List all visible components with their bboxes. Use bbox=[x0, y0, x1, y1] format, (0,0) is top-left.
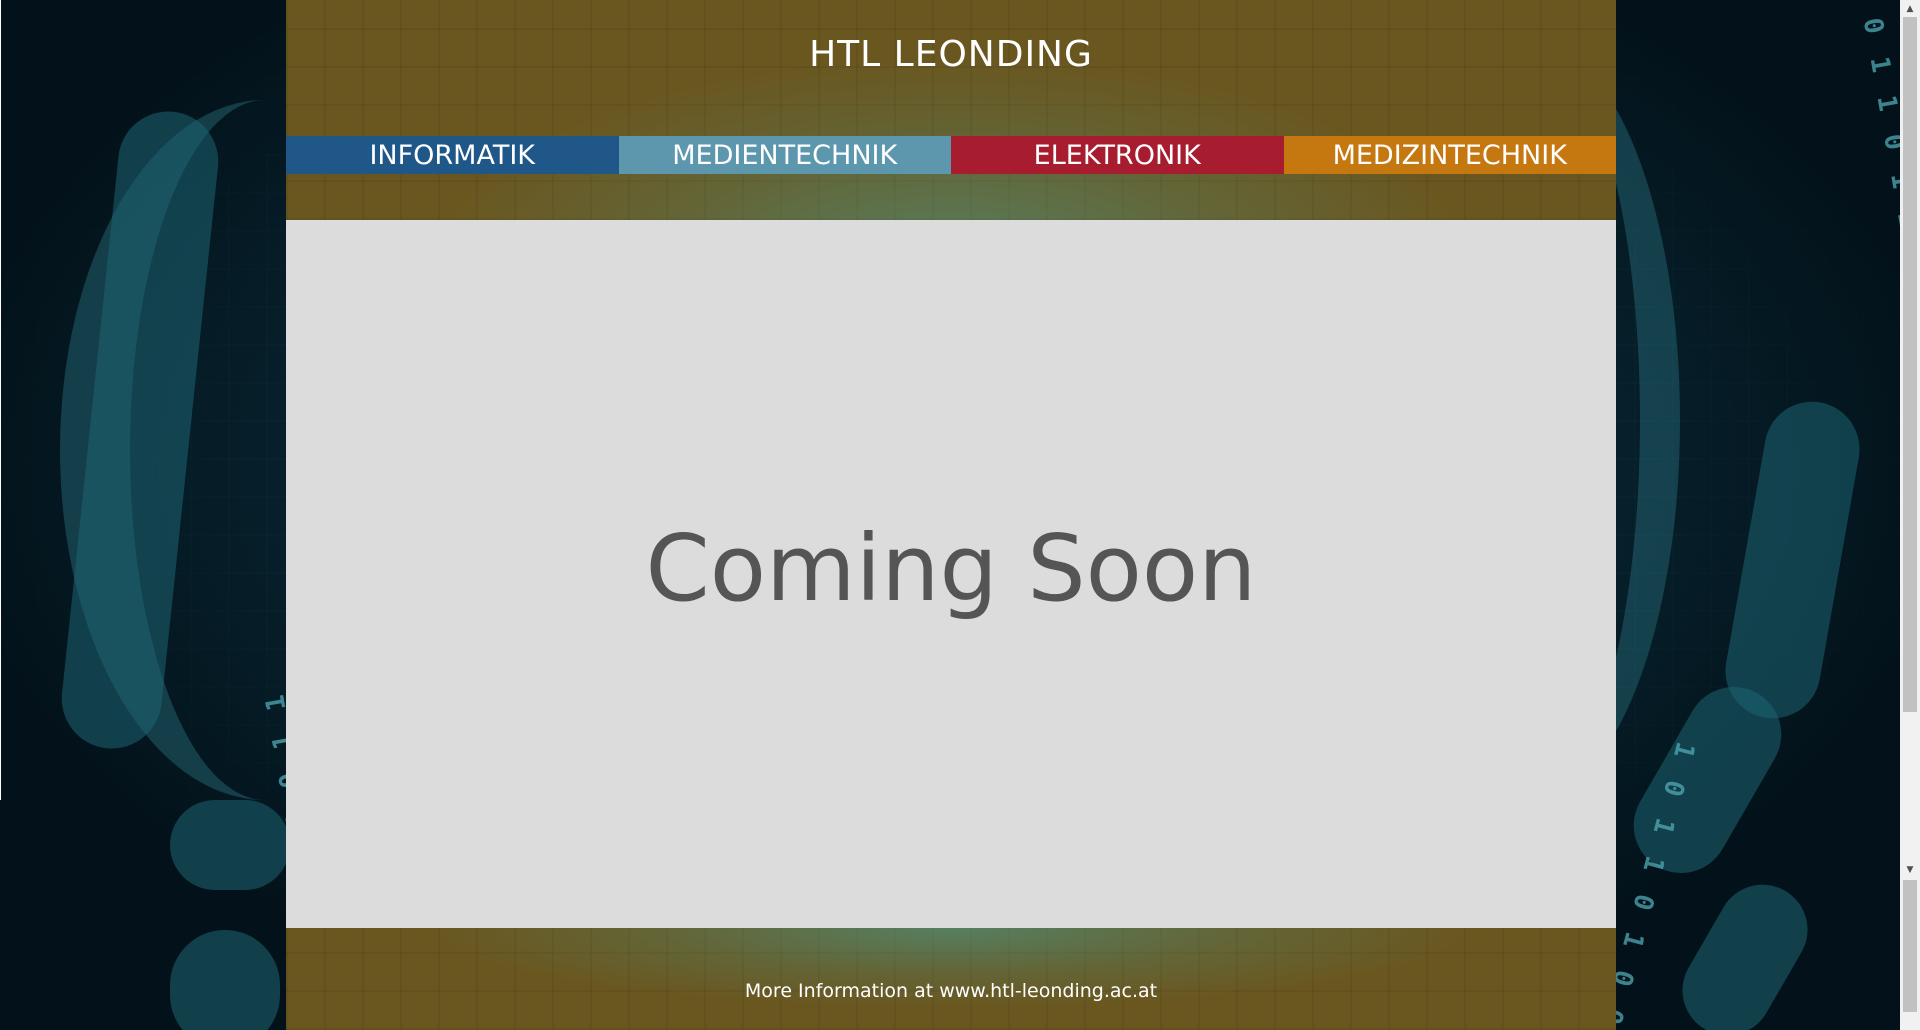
department-nav: INFORMATIK MEDIENTECHNIK ELEKTRONIK MEDI… bbox=[286, 136, 1616, 174]
footer-info: More Information at www.htl-leonding.ac.… bbox=[286, 980, 1616, 1002]
site-footer: More Information at www.htl-leonding.ac.… bbox=[286, 928, 1616, 1030]
nav-item-medizintechnik[interactable]: MEDIZINTECHNIK bbox=[1283, 136, 1616, 174]
footer-website-link[interactable]: www.htl-leonding.ac.at bbox=[939, 980, 1157, 1002]
scroll-down-arrow-icon[interactable]: ▼ bbox=[1900, 861, 1920, 878]
vertical-scrollbar[interactable]: ▲ ▼ bbox=[1900, 0, 1920, 1030]
left-edge-strip bbox=[0, 0, 1, 800]
site-title: HTL LEONDING bbox=[809, 34, 1093, 75]
background-pill-left-3 bbox=[170, 930, 280, 1030]
nav-item-elektronik[interactable]: ELEKTRONIK bbox=[951, 136, 1284, 174]
scrollbar-thumb-lower[interactable] bbox=[1903, 880, 1917, 1012]
nav-item-medientechnik[interactable]: MEDIENTECHNIK bbox=[618, 136, 951, 174]
background-pill-left-2 bbox=[170, 800, 290, 890]
main-content: Coming Soon bbox=[286, 220, 1616, 928]
scrollbar-thumb[interactable] bbox=[1903, 17, 1917, 712]
footer-prefix: More Information at bbox=[744, 980, 940, 1002]
scroll-up-arrow-icon[interactable]: ▲ bbox=[1900, 0, 1920, 17]
site-header: HTL LEONDING INFORMATIK MEDIENTECHNIK EL… bbox=[286, 0, 1616, 220]
nav-item-informatik[interactable]: INFORMATIK bbox=[286, 136, 619, 174]
page-container: HTL LEONDING INFORMATIK MEDIENTECHNIK EL… bbox=[286, 0, 1616, 1030]
coming-soon-heading: Coming Soon bbox=[645, 514, 1257, 622]
